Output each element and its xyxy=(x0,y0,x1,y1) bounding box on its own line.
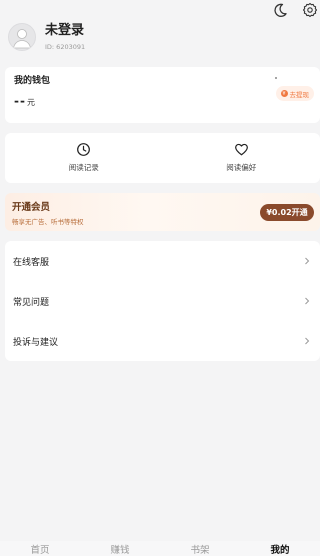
chevron-right-icon xyxy=(305,257,310,265)
gear-icon[interactable] xyxy=(302,2,318,18)
tab-earn[interactable]: 赚钱 xyxy=(80,541,160,556)
wallet-card[interactable]: 我的钱包 --元 ¥ 去提现 xyxy=(5,67,320,123)
moon-icon[interactable] xyxy=(272,2,288,18)
top-icons xyxy=(272,2,318,18)
menu-item-feedback[interactable]: 投诉与建议 xyxy=(5,321,320,361)
chevron-right-icon xyxy=(305,337,310,345)
vip-banner[interactable]: 开通会员 畅享无广告、听书等特权 ¥0.02开通 xyxy=(5,193,320,231)
profile-id: ID: 6203091 xyxy=(45,43,86,51)
tab-home[interactable]: 首页 xyxy=(0,541,80,556)
vip-title: 开通会员 xyxy=(12,202,51,213)
menu-list: 在线客服 常见问题 投诉与建议 xyxy=(5,241,320,361)
wallet-dot xyxy=(275,77,277,79)
wallet-title: 我的钱包 xyxy=(14,76,51,86)
menu-item-customer-service[interactable]: 在线客服 xyxy=(5,241,320,281)
withdraw-button[interactable]: ¥ 去提现 xyxy=(275,86,314,101)
withdraw-label: 去提现 xyxy=(289,90,310,99)
menu-item-faq[interactable]: 常见问题 xyxy=(5,281,320,321)
chevron-right-icon xyxy=(305,297,310,305)
reading-preference-label: 阅读偏好 xyxy=(226,163,257,172)
vip-open-button[interactable]: ¥0.02开通 xyxy=(260,204,314,221)
reading-history-label: 阅读记录 xyxy=(68,163,99,172)
reading-history-button[interactable]: 阅读记录 xyxy=(5,133,163,183)
menu-item-label: 在线客服 xyxy=(13,257,50,268)
bottom-tab-bar: 首页 赚钱 书架 我的 xyxy=(0,541,320,556)
wallet-amount: --元 xyxy=(14,94,35,108)
quick-actions: 阅读记录 阅读偏好 xyxy=(5,133,320,183)
menu-item-label: 投诉与建议 xyxy=(13,337,59,348)
user-avatar-icon[interactable] xyxy=(8,22,36,51)
yuan-icon: ¥ xyxy=(280,90,288,97)
wallet-unit: 元 xyxy=(26,98,35,107)
tab-mine[interactable]: 我的 xyxy=(240,541,320,556)
profile-name[interactable]: 未登录 xyxy=(45,22,85,40)
vip-subtitle: 畅享无广告、听书等特权 xyxy=(12,218,84,226)
tab-bookshelf[interactable]: 书架 xyxy=(160,541,240,556)
heart-icon xyxy=(234,143,248,156)
profile-header[interactable]: 未登录 ID: 6203091 xyxy=(8,22,85,51)
menu-item-label: 常见问题 xyxy=(13,297,50,308)
clock-icon xyxy=(77,143,91,156)
reading-preference-button[interactable]: 阅读偏好 xyxy=(163,133,320,183)
